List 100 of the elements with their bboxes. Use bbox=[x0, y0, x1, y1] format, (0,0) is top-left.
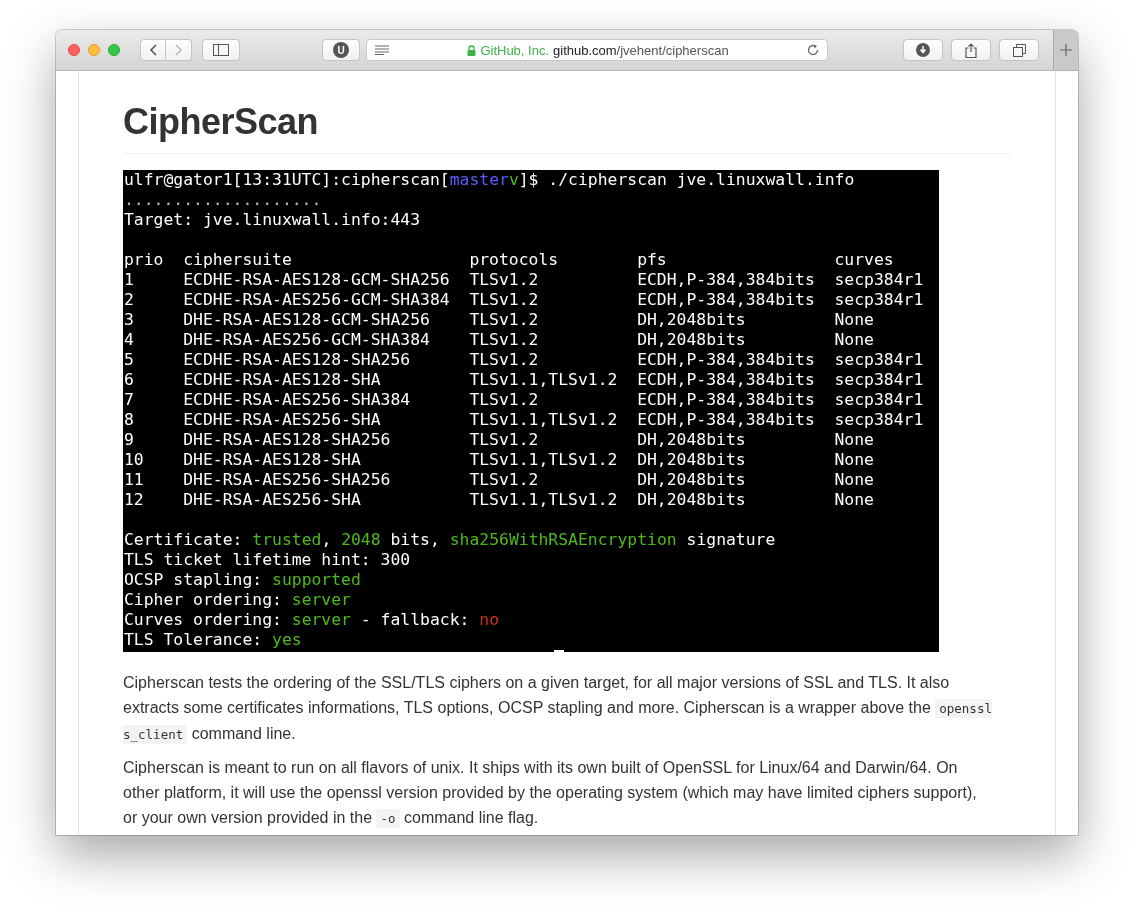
table-cell: TLSv1.2 bbox=[469, 350, 539, 369]
column-header: prio bbox=[124, 250, 164, 269]
table-cell: None bbox=[834, 470, 874, 489]
terminal-text: supported bbox=[272, 570, 361, 590]
terminal-text: 2048 bbox=[341, 530, 381, 550]
table-cell: TLSv1.1,TLSv1.2 bbox=[469, 450, 618, 469]
table-cell: 7 bbox=[124, 390, 134, 409]
terminal-text: trusted bbox=[252, 530, 322, 550]
table-cell: ECDHE-RSA-AES128-SHA256 bbox=[183, 350, 411, 369]
table-cell: ECDH,P-384,384bits bbox=[637, 290, 815, 309]
terminal-text: ]$ ./cipherscan jve.linuxwall.info bbox=[518, 170, 855, 190]
table-cell: TLSv1.1,TLSv1.2 bbox=[469, 490, 618, 509]
table-cell: DHE-RSA-AES256-SHA256 bbox=[183, 470, 391, 489]
terminal-text: v bbox=[508, 170, 519, 190]
table-cell: secp384r1 bbox=[834, 410, 924, 429]
paragraph: Cipherscan is meant to run on all flavors of unix. It ships with its own built of OpenSSL for Linux/64 and Darwin/64. On other platform, it will use the openssl version provided by the operating system (which may have limited ciphers support), or your own version provided in the -o command line flag. bbox=[123, 758, 978, 830]
maximize-icon[interactable] bbox=[108, 44, 120, 56]
table-cell: TLSv1.2 bbox=[469, 330, 539, 349]
page-heading: CipherScan bbox=[123, 99, 1010, 154]
table-cell: TLSv1.2 bbox=[469, 290, 539, 309]
table-cell: DH,2048bits bbox=[637, 310, 746, 329]
close-icon[interactable] bbox=[68, 44, 80, 56]
share-button[interactable] bbox=[951, 39, 991, 61]
table-cell: TLSv1.1,TLSv1.2 bbox=[469, 410, 618, 429]
reload-icon[interactable] bbox=[807, 44, 819, 56]
table-cell: None bbox=[834, 310, 874, 329]
table-cell: ECDHE-RSA-AES256-SHA384 bbox=[183, 390, 411, 409]
url-text: github.com/jvehent/cipherscan bbox=[553, 42, 729, 58]
new-tab-button[interactable] bbox=[1053, 30, 1078, 70]
extension-button[interactable]: U bbox=[322, 39, 360, 61]
table-cell: TLSv1.2 bbox=[469, 310, 539, 329]
chevron-right-icon bbox=[174, 44, 183, 56]
terminal-text: sha256WithRSAEncryption bbox=[449, 530, 677, 550]
terminal-text: TLS ticket lifetime hint: 300 bbox=[124, 550, 411, 570]
table-cell: ECDHE-RSA-AES256-GCM-SHA384 bbox=[183, 290, 450, 309]
table-cell: DH,2048bits bbox=[637, 490, 746, 509]
table-cell: ECDHE-RSA-AES128-SHA bbox=[183, 370, 381, 389]
address-bar[interactable]: GitHub, Inc. github.com/jvehent/cipherscan bbox=[366, 39, 828, 61]
terminal-text: server bbox=[291, 590, 351, 610]
table-cell: secp384r1 bbox=[834, 370, 924, 389]
table-cell: 12 bbox=[124, 490, 144, 509]
table-cell: DH,2048bits bbox=[637, 430, 746, 449]
download-button[interactable] bbox=[903, 39, 943, 61]
cursor-icon bbox=[554, 650, 564, 652]
paragraph: Cipherscan tests the ordering of the SSL/TLS ciphers on a given target, for all major versions of SSL and TLS. It also extracts some certificates informations, TLS options, OCSP stapling and more. Cipherscan is a wrapper above the openssl s_client command line. bbox=[123, 673, 993, 746]
terminal-text: - fallback: bbox=[359, 610, 471, 630]
plus-icon bbox=[1060, 44, 1072, 56]
table-cell: TLSv1.2 bbox=[469, 390, 539, 409]
table-cell: ECDHE-RSA-AES128-GCM-SHA256 bbox=[183, 270, 450, 289]
table-cell: 2 bbox=[124, 290, 134, 309]
table-cell: 9 bbox=[124, 430, 134, 449]
terminal-text: signature bbox=[685, 530, 776, 550]
table-cell: DHE-RSA-AES128-GCM-SHA256 bbox=[183, 310, 430, 329]
column-header: protocols bbox=[469, 250, 559, 269]
site-owner: GitHub, Inc. bbox=[480, 42, 549, 58]
back-button[interactable] bbox=[140, 39, 166, 61]
terminal-text: ulfr@gator1[13:31UTC]:cipherscan[ bbox=[124, 170, 450, 190]
column-header: pfs bbox=[637, 250, 667, 269]
terminal-text: no bbox=[479, 610, 500, 630]
table-cell: None bbox=[834, 450, 874, 469]
table-cell: TLSv1.2 bbox=[469, 470, 539, 489]
table-cell: 3 bbox=[124, 310, 134, 329]
table-cell: DH,2048bits bbox=[637, 330, 746, 349]
column-header: ciphersuite bbox=[183, 250, 292, 269]
table-cell: 11 bbox=[124, 470, 144, 489]
table-cell: DH,2048bits bbox=[637, 450, 746, 469]
terminal-text: master bbox=[449, 170, 509, 190]
table-cell: 5 bbox=[124, 350, 134, 369]
terminal-text: yes bbox=[272, 630, 302, 650]
table-cell: None bbox=[834, 490, 874, 509]
table-cell: 10 bbox=[124, 450, 144, 469]
terminal-text: bits, bbox=[389, 530, 441, 550]
table-cell: TLSv1.2 bbox=[469, 270, 539, 289]
table-cell: 8 bbox=[124, 410, 134, 429]
column-header: curves bbox=[834, 250, 894, 269]
reader-icon[interactable] bbox=[375, 45, 389, 55]
share-icon bbox=[965, 42, 977, 58]
table-cell: DHE-RSA-AES256-SHA bbox=[183, 490, 361, 509]
terminal-text: Cipher ordering: bbox=[124, 590, 283, 610]
sidebar-icon bbox=[213, 44, 229, 56]
table-cell: ECDH,P-384,384bits bbox=[637, 270, 815, 289]
table-cell: None bbox=[834, 330, 874, 349]
terminal-text: Certificate: bbox=[124, 530, 244, 550]
chevron-left-icon bbox=[149, 44, 157, 56]
table-cell: secp384r1 bbox=[834, 270, 924, 289]
table-cell: DH,2048bits bbox=[637, 470, 746, 489]
terminal-text: Target: jve.linuxwall.info:443 bbox=[124, 210, 421, 230]
sidebar-button[interactable] bbox=[202, 39, 240, 61]
terminal-text: Curves ordering: bbox=[124, 610, 283, 630]
table-cell: ECDH,P-384,384bits bbox=[637, 390, 815, 409]
table-cell: secp384r1 bbox=[834, 350, 924, 369]
table-cell: 1 bbox=[124, 270, 134, 289]
tabs-button[interactable] bbox=[999, 39, 1039, 61]
terminal-text: server bbox=[291, 610, 351, 630]
table-cell: ECDH,P-384,384bits bbox=[637, 350, 815, 369]
download-icon bbox=[916, 43, 930, 57]
progress-dots: .................... bbox=[124, 190, 322, 210]
table-cell: TLSv1.1,TLSv1.2 bbox=[469, 370, 618, 389]
table-cell: 4 bbox=[124, 330, 134, 349]
table-cell: secp384r1 bbox=[834, 290, 924, 309]
